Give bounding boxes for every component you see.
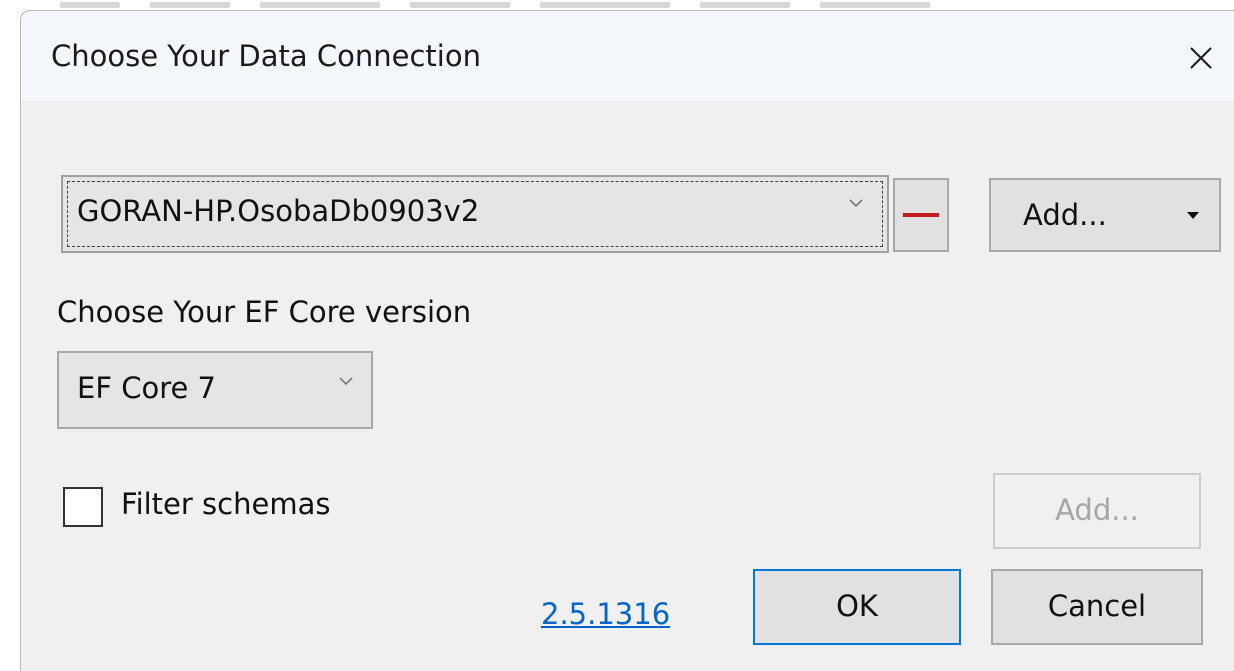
add-schema-label: Add... <box>1055 493 1139 527</box>
ok-label: OK <box>836 589 878 623</box>
background-text-fragment <box>60 2 120 8</box>
background-text-fragment <box>820 2 930 8</box>
ef-core-version-label: Choose Your EF Core version <box>57 295 472 329</box>
background-text-fragment <box>700 2 790 8</box>
title-bar: Choose Your Data Connection <box>21 11 1234 101</box>
cancel-label: Cancel <box>1047 589 1147 623</box>
close-icon <box>1190 47 1212 69</box>
background-text-fragment <box>410 2 510 8</box>
filter-schemas-label[interactable]: Filter schemas <box>121 487 330 521</box>
minus-icon <box>903 213 939 217</box>
ef-core-version-value: EF Core 7 <box>77 371 217 405</box>
add-connection-button[interactable]: Add... <box>989 178 1221 252</box>
connection-select-value: GORAN-HP.OsobaDb0903v2 <box>77 194 480 228</box>
cancel-button[interactable]: Cancel <box>991 569 1203 645</box>
connection-select[interactable]: GORAN-HP.OsobaDb0903v2 <box>61 175 889 253</box>
chevron-down-icon <box>339 377 353 386</box>
chevron-down-icon <box>849 199 863 208</box>
dialog-title: Choose Your Data Connection <box>51 39 481 73</box>
version-link[interactable]: 2.5.1316 <box>541 597 670 631</box>
close-button[interactable] <box>1178 35 1224 81</box>
data-connection-dialog: Choose Your Data Connection GORAN-HP.Oso… <box>20 10 1234 671</box>
background-text-fragment <box>540 2 670 8</box>
add-schema-button: Add... <box>993 473 1201 549</box>
ok-button[interactable]: OK <box>753 569 961 645</box>
ef-core-version-select[interactable]: EF Core 7 <box>57 351 373 429</box>
dropdown-arrow-icon <box>1187 212 1199 219</box>
background-text-fragment <box>260 2 380 8</box>
background-text-fragment <box>150 2 230 8</box>
remove-connection-button[interactable] <box>893 178 949 252</box>
filter-schemas-checkbox[interactable] <box>63 487 103 527</box>
add-connection-label: Add... <box>1023 198 1107 232</box>
